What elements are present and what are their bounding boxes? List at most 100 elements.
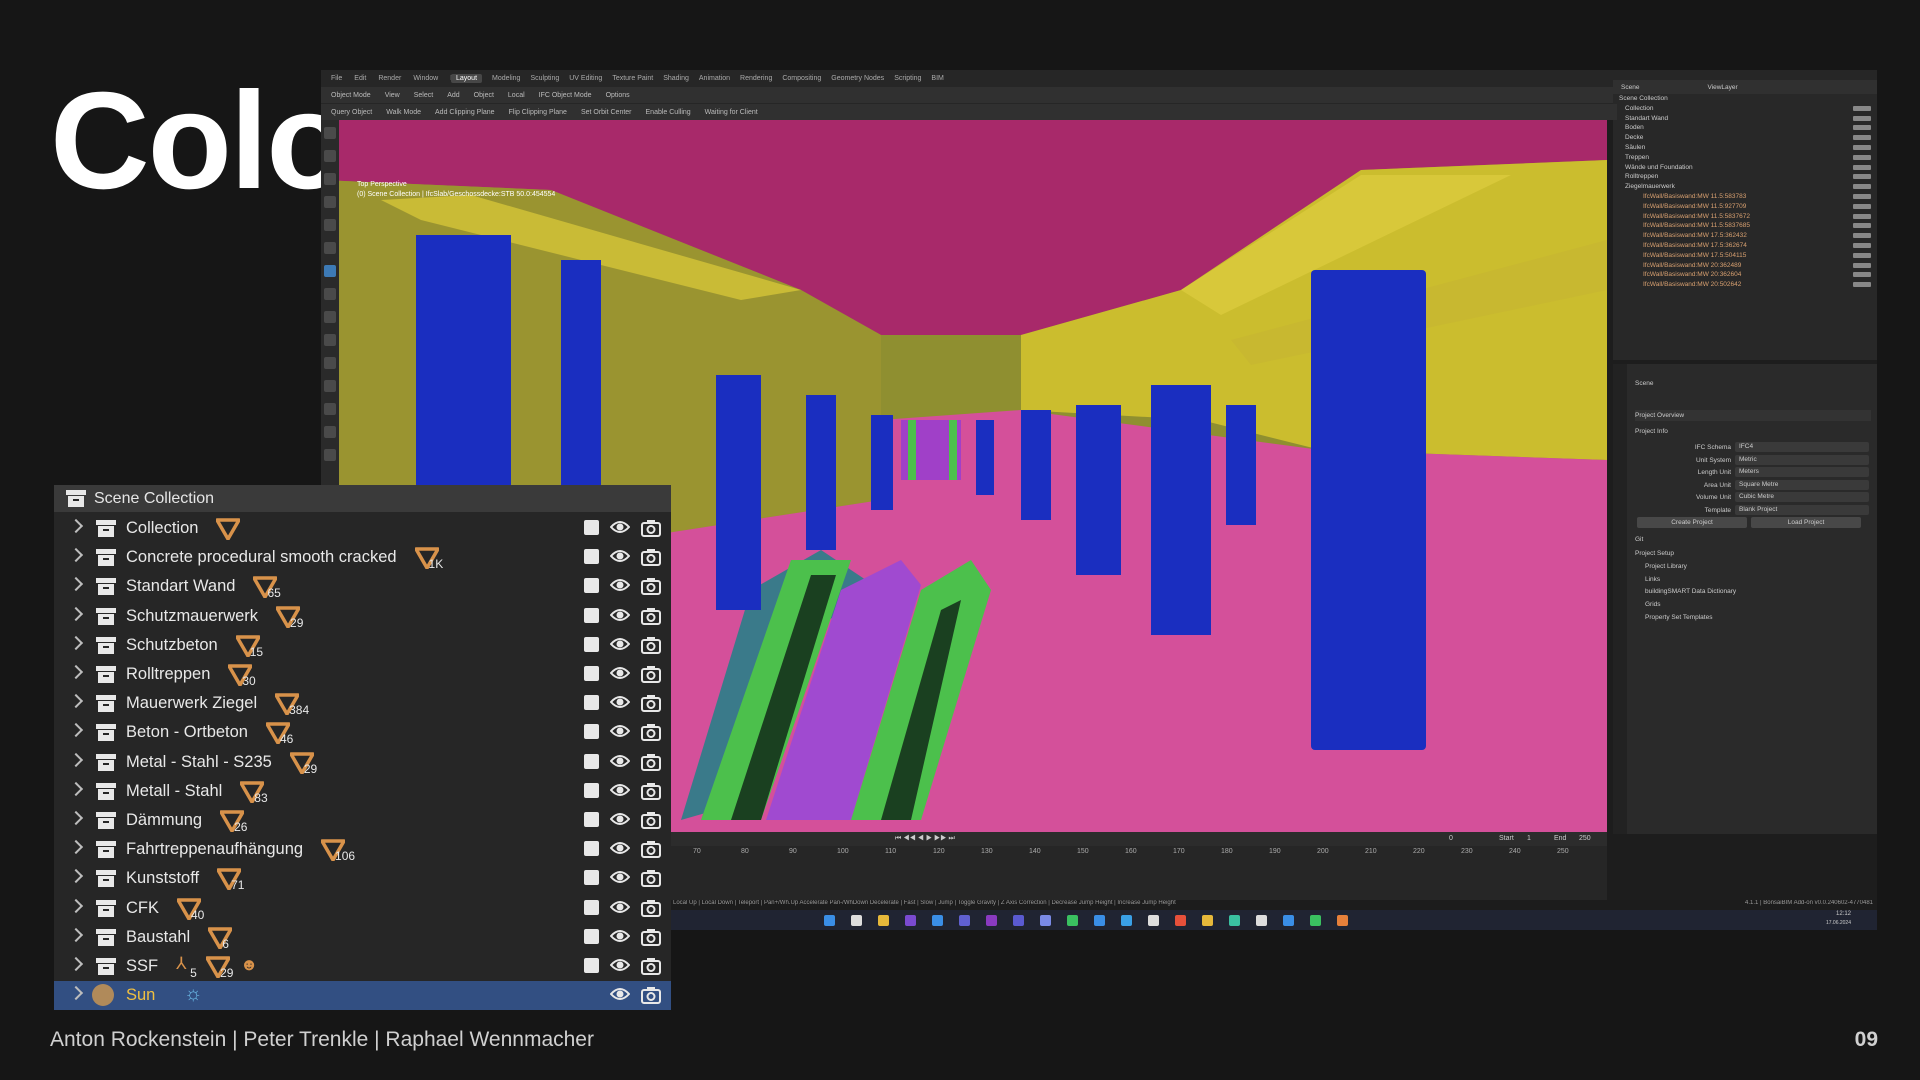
tool-header-walk-mode[interactable]: Walk Mode: [386, 109, 421, 116]
eye-icon[interactable]: [609, 577, 631, 598]
camera-render-icon[interactable]: [641, 869, 661, 892]
tool-header-flip-clipping-plane[interactable]: Flip Clipping Plane: [509, 109, 567, 116]
window-tool-icon[interactable]: [324, 357, 336, 369]
taskbar-app-icon[interactable]: [1040, 915, 1051, 926]
workspace-tab-sculpting[interactable]: Sculpting: [530, 75, 559, 82]
stair-tool-icon[interactable]: [324, 380, 336, 392]
camera-render-icon[interactable]: [641, 811, 661, 834]
eye-icon[interactable]: [609, 636, 631, 657]
collection-name[interactable]: Beton - Ortbeton: [126, 723, 248, 742]
taskbar-app-icon[interactable]: [1337, 915, 1348, 926]
exclude-checkbox[interactable]: [584, 607, 599, 623]
taskbar-app-icon[interactable]: [959, 915, 970, 926]
chevron-right-icon[interactable]: [68, 898, 84, 913]
collection-name[interactable]: Fahrtreppenaufhängung: [126, 840, 303, 859]
header-object-mode[interactable]: Object Mode: [331, 92, 371, 99]
taskbar-app-icon[interactable]: [1013, 915, 1024, 926]
outliner-collection-row[interactable]: SSF ⅄ 5 29 ☻: [54, 952, 671, 981]
outliner-subrow[interactable]: IfcWall/Basiswand:MW 11.5:927709: [1613, 202, 1877, 212]
taskbar-app-icon[interactable]: [1256, 915, 1267, 926]
scale-icon[interactable]: [324, 219, 336, 231]
beam-tool-icon[interactable]: [324, 426, 336, 438]
outliner-collection-row[interactable]: Fahrtreppenaufhängung 106: [54, 835, 671, 864]
visibility-toggles-icon[interactable]: [1853, 184, 1871, 190]
door-tool-icon[interactable]: [324, 334, 336, 346]
menu-render[interactable]: Render: [378, 75, 401, 82]
header-options[interactable]: Options: [606, 92, 630, 99]
outliner-row[interactable]: Treppen: [1613, 153, 1877, 163]
camera-render-icon[interactable]: [641, 636, 661, 659]
chevron-right-icon[interactable]: [68, 927, 84, 942]
header-object[interactable]: Object: [474, 92, 494, 99]
chevron-right-icon[interactable]: [68, 694, 84, 709]
outliner-scene-collection[interactable]: Scene Collection: [1613, 94, 1877, 104]
header-view[interactable]: View: [385, 92, 400, 99]
taskbar-app-icon[interactable]: [1148, 915, 1159, 926]
outliner-collection-row[interactable]: Schutzmauerwerk 29: [54, 602, 671, 631]
visibility-toggles-icon[interactable]: [1853, 164, 1871, 170]
workspace-tab-texture-paint[interactable]: Texture Paint: [612, 75, 653, 82]
collection-name[interactable]: Baustahl: [126, 928, 190, 947]
collection-name[interactable]: Concrete procedural smooth cracked: [126, 548, 397, 567]
outliner-collection-row[interactable]: Rolltreppen 30: [54, 660, 671, 689]
outliner-collection-row[interactable]: Collection: [54, 514, 671, 543]
chevron-right-icon[interactable]: [68, 869, 84, 884]
workspace-tab-shading[interactable]: Shading: [663, 75, 689, 82]
collection-name[interactable]: Standart Wand: [126, 577, 235, 596]
header-select[interactable]: Select: [414, 92, 433, 99]
workspace-tab-animation[interactable]: Animation: [699, 75, 730, 82]
collection-name[interactable]: Schutzbeton: [126, 636, 218, 655]
exclude-checkbox[interactable]: [584, 782, 599, 798]
eye-icon[interactable]: [609, 840, 631, 861]
camera-render-icon[interactable]: [641, 986, 661, 1009]
chevron-right-icon[interactable]: [68, 810, 84, 826]
outliner-row[interactable]: Boden: [1613, 123, 1877, 133]
collection-name[interactable]: CFK: [126, 899, 159, 918]
exclude-checkbox[interactable]: [584, 724, 599, 740]
chevron-right-icon[interactable]: [68, 548, 84, 563]
transform-icon[interactable]: [324, 242, 336, 254]
outliner-collection-row[interactable]: CFK 40: [54, 894, 671, 923]
collection-name[interactable]: Metall - Stahl: [126, 782, 222, 801]
tool-header-set-orbit-center[interactable]: Set Orbit Center: [581, 109, 632, 116]
camera-render-icon[interactable]: [641, 548, 661, 571]
tool-header-enable-culling[interactable]: Enable Culling: [646, 109, 691, 116]
workspace-tab-scripting[interactable]: Scripting: [894, 75, 921, 82]
camera-render-icon[interactable]: [641, 782, 661, 805]
exclude-checkbox[interactable]: [584, 578, 599, 594]
camera-render-icon[interactable]: [641, 723, 661, 746]
exclude-checkbox[interactable]: [584, 841, 599, 857]
project-overview-header[interactable]: Project Overview: [1635, 410, 1871, 421]
eye-icon[interactable]: [609, 665, 631, 686]
outliner-row[interactable]: Standart Wand: [1613, 114, 1877, 124]
property-dropdown[interactable]: Square Metre: [1735, 479, 1869, 490]
chevron-right-icon[interactable]: [68, 577, 84, 592]
taskbar-app-icon[interactable]: [851, 915, 862, 926]
workspace-tab-rendering[interactable]: Rendering: [740, 75, 772, 82]
playback-controls-icon[interactable]: ⏮ ◀◀ ◀ ▶ ▶▶ ⏭: [895, 835, 955, 843]
visibility-toggles-icon[interactable]: [1853, 174, 1871, 180]
outliner-collection-row[interactable]: Mauerwerk Ziegel 384: [54, 689, 671, 718]
rotate-icon[interactable]: [324, 196, 336, 208]
workspace-tab-modeling[interactable]: Modeling: [492, 75, 520, 82]
camera-render-icon[interactable]: [641, 665, 661, 688]
property-section[interactable]: Grids: [1635, 599, 1877, 610]
outliner-collection-row[interactable]: Kunststoff 71: [54, 864, 671, 893]
header-add[interactable]: Add: [447, 92, 459, 99]
outliner-collection-row[interactable]: Metall - Stahl 83: [54, 777, 671, 806]
visibility-toggles-icon[interactable]: [1853, 233, 1871, 239]
property-section[interactable]: Git: [1635, 534, 1871, 545]
chevron-right-icon[interactable]: [68, 956, 84, 972]
header-ifc-object-mode[interactable]: IFC Object Mode: [539, 92, 592, 99]
visibility-toggles-icon[interactable]: [1853, 272, 1871, 278]
taskbar-app-icon[interactable]: [824, 915, 835, 926]
sun-name[interactable]: Sun: [126, 986, 155, 1005]
outliner-collection-row[interactable]: Concrete procedural smooth cracked 1K: [54, 543, 671, 572]
property-section[interactable]: Project Library: [1635, 561, 1877, 572]
outliner-subrow[interactable]: IfcWall/Basiswand:MW 17.5:362674: [1613, 241, 1877, 251]
wall-tool-icon[interactable]: [324, 288, 336, 300]
outliner-collection-row[interactable]: Metal - Stahl - S235 29: [54, 748, 671, 777]
exclude-checkbox[interactable]: [584, 753, 599, 769]
outliner-subrow[interactable]: IfcWall/Basiswand:MW 11.5:5837685: [1613, 221, 1877, 231]
property-section[interactable]: buildingSMART Data Dictionary: [1635, 586, 1877, 597]
